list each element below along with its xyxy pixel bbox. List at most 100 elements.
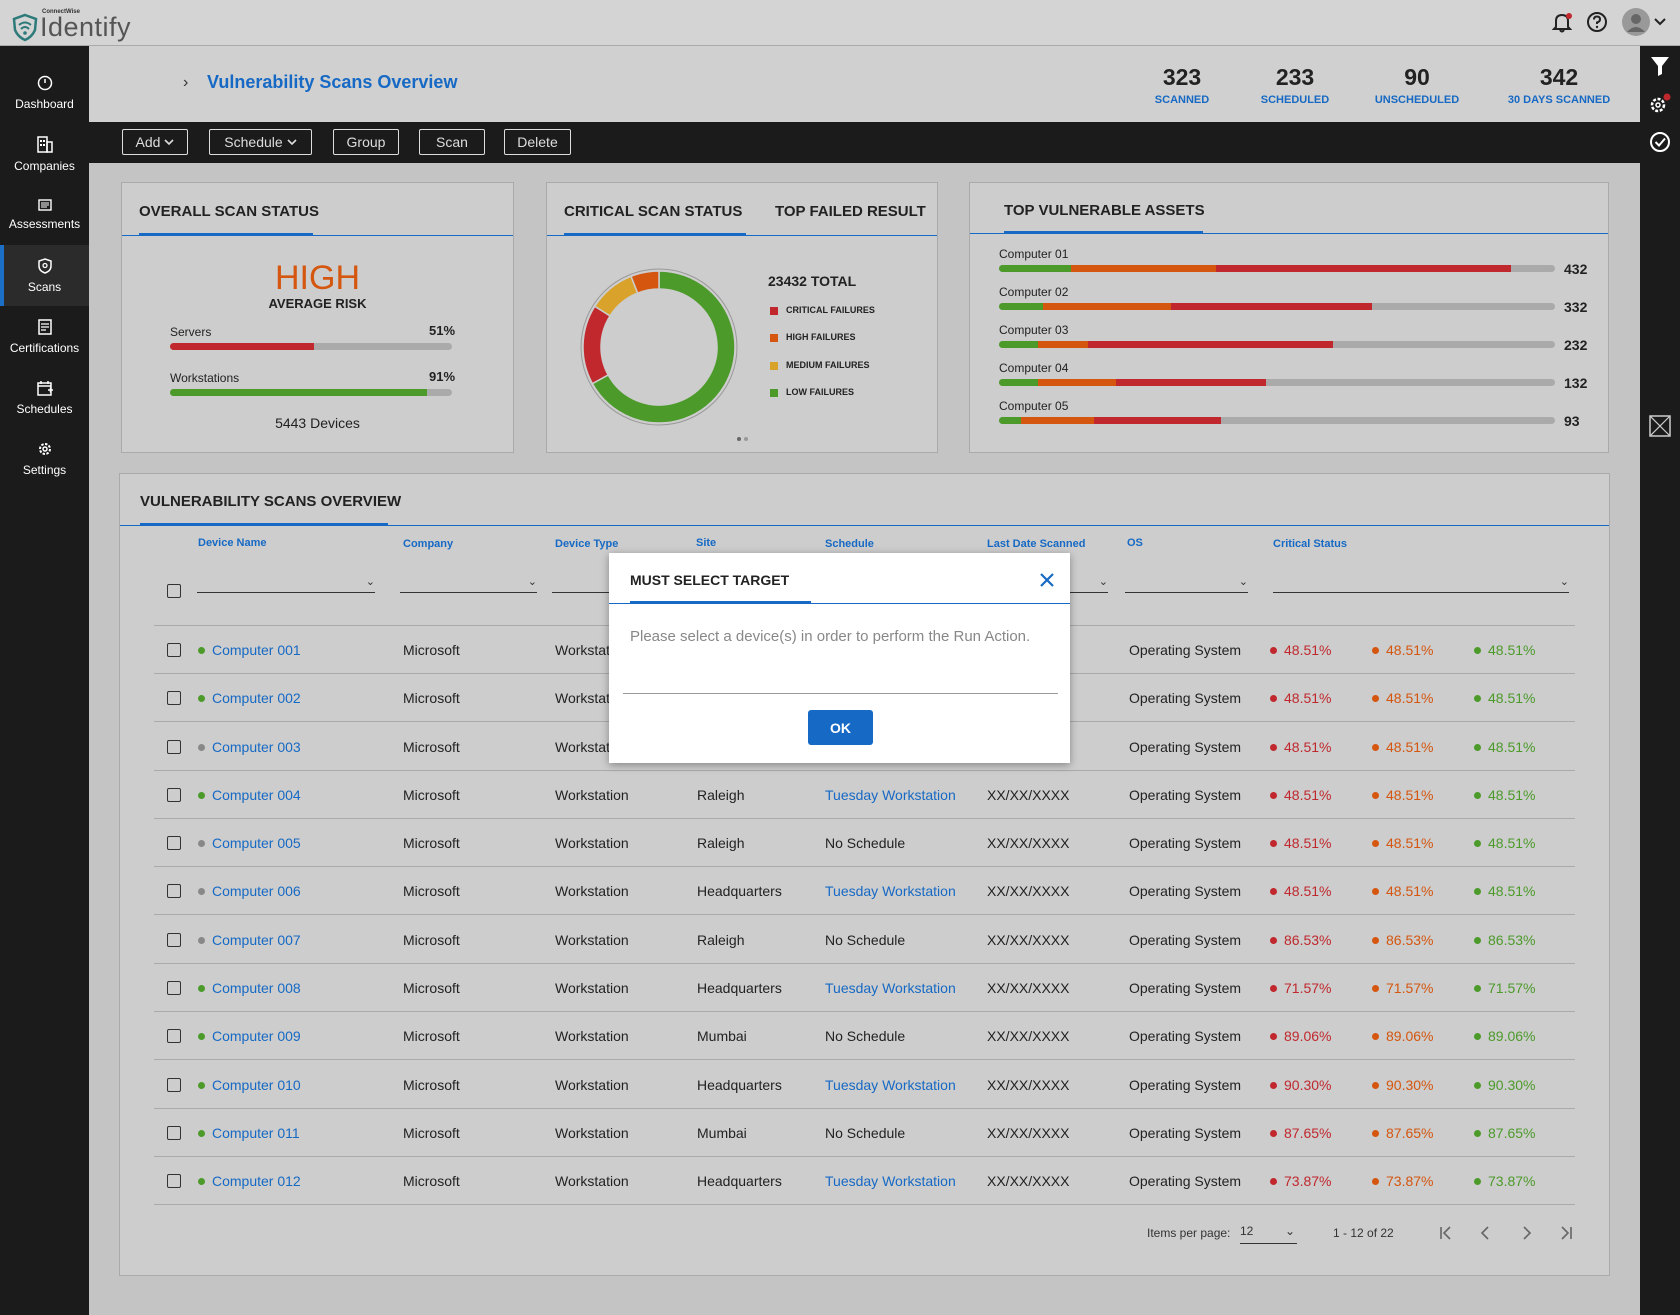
previous-page-icon[interactable]	[1477, 1224, 1495, 1242]
close-icon[interactable]	[1039, 572, 1055, 588]
device-link[interactable]: Computer 011	[212, 1125, 300, 1141]
asset-bar-segment	[999, 303, 1044, 310]
col-device-name[interactable]: Device Name	[198, 537, 267, 549]
device-link[interactable]: Computer 008	[212, 980, 301, 996]
col-schedule[interactable]: Schedule	[825, 538, 874, 550]
row-checkbox[interactable]	[167, 836, 181, 850]
device-link[interactable]: Computer 002	[212, 690, 301, 706]
device-link[interactable]: Computer 009	[212, 1028, 301, 1044]
chevron-right-icon[interactable]: ›	[183, 74, 188, 92]
first-page-icon[interactable]	[1437, 1224, 1455, 1242]
device-link[interactable]: Computer 005	[212, 835, 301, 851]
delete-button[interactable]: Delete	[504, 129, 571, 155]
tab-critical-scan-status[interactable]: CRITICAL SCAN STATUS	[564, 203, 742, 220]
help-icon[interactable]	[1586, 11, 1608, 33]
notification-bell-icon[interactable]	[1551, 11, 1573, 33]
schedule-cell[interactable]: Tuesday Workstation	[825, 980, 956, 996]
nav-scans[interactable]: Scans	[0, 245, 89, 306]
schedule-cell[interactable]: Tuesday Workstation	[825, 1173, 956, 1189]
os-cell: Operating System	[1129, 1028, 1242, 1044]
row-checkbox[interactable]	[167, 740, 181, 754]
row-checkbox[interactable]	[167, 1078, 181, 1092]
col-device-type[interactable]: Device Type	[555, 538, 618, 550]
status-dot	[1372, 888, 1379, 895]
device-count: 5443 Devices	[275, 415, 360, 431]
device-link[interactable]: Computer 003	[212, 739, 301, 755]
select-all-checkbox[interactable]	[167, 584, 181, 598]
nav-dashboard[interactable]: Dashboard	[0, 62, 89, 123]
items-per-page-select[interactable]: 12 ⌄	[1240, 1224, 1297, 1244]
filter-icon[interactable]	[1648, 54, 1672, 78]
group-button[interactable]: Group	[333, 129, 399, 155]
nav-schedules[interactable]: Schedules	[0, 367, 89, 428]
row-checkbox[interactable]	[167, 691, 181, 705]
tab-top-failed-result[interactable]: TOP FAILED RESULT	[775, 203, 926, 220]
table-row[interactable]: Computer 004 Microsoft Workstation Raleigh T…	[154, 771, 1575, 819]
carousel-dot-active[interactable]	[737, 437, 741, 441]
legend-swatch	[770, 306, 778, 315]
row-checkbox[interactable]	[167, 643, 181, 657]
filter-company[interactable]: ⌄	[400, 573, 537, 593]
carousel-dot[interactable]	[744, 437, 748, 441]
status-dot	[1372, 647, 1379, 654]
filter-device-type[interactable]	[552, 573, 610, 593]
low-status-cell: 48.51%	[1474, 787, 1535, 803]
next-page-icon[interactable]	[1517, 1224, 1535, 1242]
table-row[interactable]: Computer 012 Microsoft Workstation Headquar…	[154, 1157, 1575, 1205]
logo[interactable]: ConnectWise Identify	[8, 6, 131, 42]
low-percent: 48.51%	[1488, 690, 1536, 706]
table-row[interactable]: Computer 008 Microsoft Workstation Headquar…	[154, 964, 1575, 1012]
device-link[interactable]: Computer 007	[212, 932, 301, 948]
schedule-cell[interactable]: Tuesday Workstation	[825, 787, 956, 803]
row-checkbox[interactable]	[167, 1174, 181, 1188]
row-checkbox[interactable]	[167, 1126, 181, 1140]
nav-certifications[interactable]: Certifications	[0, 306, 89, 367]
device-link[interactable]: Computer 012	[212, 1173, 301, 1189]
col-last-date-scanned[interactable]: Last Date Scanned	[987, 538, 1085, 550]
table-row[interactable]: Computer 011 Microsoft Workstation Mumbai No…	[154, 1109, 1575, 1157]
filter-device-name[interactable]: ⌄	[197, 573, 375, 593]
os-cell: Operating System	[1129, 739, 1242, 755]
add-button[interactable]: Add	[122, 129, 188, 155]
card-tab-underline	[140, 523, 388, 526]
col-os[interactable]: OS	[1127, 537, 1143, 549]
user-avatar[interactable]	[1622, 8, 1666, 36]
table-row[interactable]: Computer 009 Microsoft Workstation Mumbai No…	[154, 1012, 1575, 1060]
high-percent: 48.51%	[1386, 690, 1434, 706]
device-link[interactable]: Computer 006	[212, 883, 301, 899]
table-row[interactable]: Computer 005 Microsoft Workstation Raleigh N…	[154, 819, 1575, 867]
low-percent: 90.30%	[1488, 1077, 1536, 1093]
filter-last-date[interactable]: ⌄	[1070, 573, 1108, 593]
nav-assessments[interactable]: Assessments	[0, 184, 89, 245]
table-row[interactable]: Computer 010 Microsoft Workstation Headquar…	[154, 1061, 1575, 1109]
row-checkbox[interactable]	[167, 1029, 181, 1043]
schedule-cell[interactable]: Tuesday Workstation	[825, 883, 956, 899]
nav-companies[interactable]: Companies	[0, 123, 89, 184]
table-row[interactable]: Computer 006 Microsoft Workstation Headquar…	[154, 867, 1575, 915]
status-dot	[198, 1178, 205, 1185]
device-link[interactable]: Computer 010	[212, 1077, 301, 1093]
device-link[interactable]: Computer 001	[212, 642, 301, 658]
row-checkbox[interactable]	[167, 981, 181, 995]
row-checkbox[interactable]	[167, 884, 181, 898]
settings-alert-icon[interactable]	[1648, 92, 1672, 116]
scan-button[interactable]: Scan	[419, 129, 485, 155]
filter-critical-status[interactable]: ⌄	[1273, 573, 1569, 593]
schedule-button[interactable]: Schedule	[209, 129, 312, 155]
nav-settings[interactable]: Settings	[0, 428, 89, 489]
col-site[interactable]: Site	[696, 537, 716, 549]
filter-os[interactable]: ⌄	[1125, 573, 1248, 593]
ok-button[interactable]: OK	[808, 710, 873, 745]
table-row[interactable]: Computer 007 Microsoft Workstation Raleigh N…	[154, 916, 1575, 964]
schedule-cell[interactable]: Tuesday Workstation	[825, 1077, 956, 1093]
col-critical-status[interactable]: Critical Status	[1273, 538, 1347, 550]
company-cell: Microsoft	[403, 835, 460, 851]
device-link[interactable]: Computer 004	[212, 787, 301, 803]
col-company[interactable]: Company	[403, 538, 453, 550]
row-checkbox[interactable]	[167, 788, 181, 802]
critical-percent: 71.57%	[1284, 980, 1332, 996]
last-page-icon[interactable]	[1557, 1224, 1575, 1242]
row-checkbox[interactable]	[167, 933, 181, 947]
check-circle-icon[interactable]	[1648, 130, 1672, 154]
status-dot	[1270, 695, 1277, 702]
